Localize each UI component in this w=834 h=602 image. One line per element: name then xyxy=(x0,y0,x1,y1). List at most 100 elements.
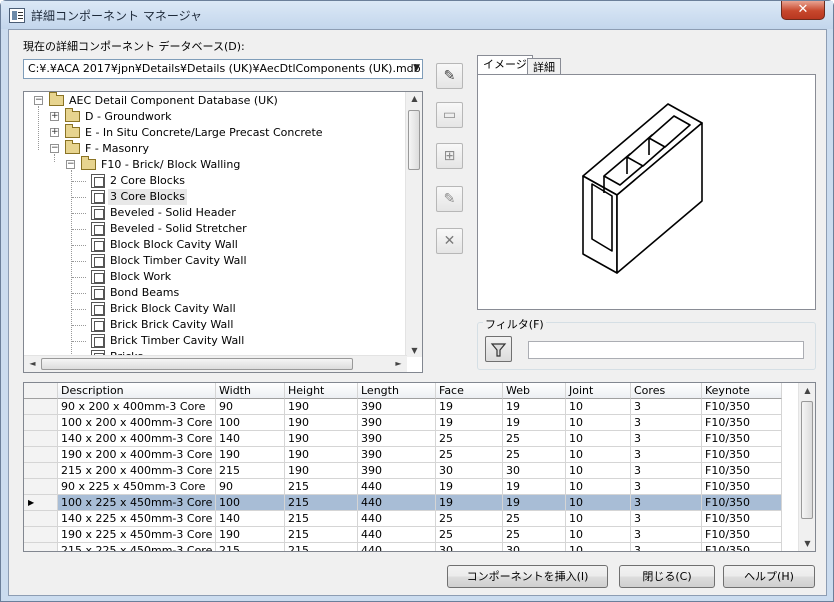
tree-leaf[interactable]: 2 Core Blocks xyxy=(72,173,306,189)
tree-guide xyxy=(38,106,39,150)
row-header[interactable] xyxy=(24,527,58,543)
column-header[interactable]: Keynote xyxy=(702,383,782,399)
expand-icon[interactable]: + xyxy=(50,128,59,137)
table-cell: 10 xyxy=(566,527,631,543)
collapse-icon[interactable]: − xyxy=(34,96,43,105)
tree-leaf[interactable]: 3 Core Blocks xyxy=(72,189,306,205)
column-header[interactable]: Joint xyxy=(566,383,631,399)
column-header[interactable]: Web xyxy=(503,383,566,399)
component-icon xyxy=(91,238,105,252)
tree-leaf[interactable]: Brick Block Cavity Wall xyxy=(72,301,306,317)
tree-guide xyxy=(72,341,86,342)
row-header[interactable] xyxy=(24,431,58,447)
table-cell: 140 x 200 x 400mm-3 Core xyxy=(58,431,216,447)
row-header[interactable] xyxy=(24,479,58,495)
table-cell: 215 xyxy=(285,527,358,543)
scroll-thumb[interactable] xyxy=(801,401,813,519)
collapse-icon[interactable]: − xyxy=(66,160,75,169)
table-cell: 3 xyxy=(631,415,702,431)
row-header[interactable] xyxy=(24,383,58,399)
tree-guide xyxy=(72,277,86,278)
row-header[interactable] xyxy=(24,463,58,479)
tree-node-concrete[interactable]: + E - In Situ Concrete/Large Precast Con… xyxy=(48,124,408,141)
scroll-thumb[interactable] xyxy=(408,110,420,170)
edit-database-button[interactable]: ✎ xyxy=(436,63,463,89)
tree-vertical-scrollbar[interactable]: ▲ ▼ xyxy=(405,92,422,357)
scroll-down-icon[interactable]: ▼ xyxy=(406,346,422,355)
expand-icon[interactable]: + xyxy=(50,112,59,121)
filter-button[interactable] xyxy=(485,336,512,362)
new-group-button[interactable]: ▭ xyxy=(436,102,463,128)
new-component-button[interactable]: ⊞ xyxy=(436,143,463,169)
filter-input[interactable] xyxy=(528,341,804,359)
tree-leaf[interactable]: Block Block Cavity Wall xyxy=(72,237,306,253)
tree-node-root[interactable]: − AEC Detail Component Database (UK) xyxy=(32,92,412,109)
scroll-down-icon[interactable]: ▼ xyxy=(799,539,815,548)
tree-horizontal-scrollbar[interactable]: ◄ ► xyxy=(24,355,407,372)
scroll-up-icon[interactable]: ▲ xyxy=(406,94,422,103)
close-window-button[interactable]: ✕ xyxy=(781,1,825,20)
tree-leaf[interactable]: Beveled - Solid Header xyxy=(72,205,306,221)
tree-leaf[interactable]: Brick Brick Cavity Wall xyxy=(72,317,306,333)
component-icon xyxy=(91,318,105,332)
tree-node-walling[interactable]: − F10 - Brick/ Block Walling xyxy=(64,156,404,173)
table-cell: 10 xyxy=(566,495,631,511)
table-cell: 30 xyxy=(436,463,503,479)
table-cell: 140 x 225 x 450mm-3 Core xyxy=(58,511,216,527)
database-path: C:¥.¥ACA 2017¥jpn¥Details¥Details (UK)¥A… xyxy=(28,62,421,75)
table-cell: 190 x 225 x 450mm-3 Core xyxy=(58,527,216,543)
tree-leaf[interactable]: Beveled - Solid Stretcher xyxy=(72,221,306,237)
database-combo[interactable]: C:¥.¥ACA 2017¥jpn¥Details¥Details (UK)¥A… xyxy=(23,59,423,79)
row-header[interactable] xyxy=(24,399,58,415)
component-tree[interactable]: − AEC Detail Component Database (UK) + D… xyxy=(23,91,423,373)
table-cell: F10/350 xyxy=(702,415,782,431)
close-button[interactable]: 閉じる(C) xyxy=(619,565,715,588)
column-header[interactable]: Length xyxy=(358,383,436,399)
column-header[interactable]: Description xyxy=(58,383,216,399)
tab-image[interactable]: イメージ xyxy=(477,55,533,76)
title-bar[interactable]: 詳細コンポーネント マネージャ ✕ xyxy=(1,1,833,29)
row-header[interactable] xyxy=(24,543,58,551)
help-button[interactable]: ヘルプ(H) xyxy=(723,565,815,588)
tree-leaf[interactable]: Bond Beams xyxy=(72,285,306,301)
column-header[interactable]: Face xyxy=(436,383,503,399)
row-header[interactable] xyxy=(24,447,58,463)
collapse-icon[interactable]: − xyxy=(50,144,59,153)
row-header[interactable] xyxy=(24,415,58,431)
row-header[interactable]: ▶ xyxy=(24,495,58,511)
tree-leaf-label: Beveled - Solid Stretcher xyxy=(110,222,247,235)
table-cell: 440 xyxy=(358,479,436,495)
row-header[interactable] xyxy=(24,511,58,527)
tree-guide xyxy=(72,245,86,246)
table-vertical-scrollbar[interactable]: ▲ ▼ xyxy=(798,383,815,551)
tree-node-groundwork[interactable]: + D - Groundwork xyxy=(48,108,408,125)
column-header[interactable]: Height xyxy=(285,383,358,399)
tree-leaf[interactable]: Brick Timber Cavity Wall xyxy=(72,333,306,349)
scroll-thumb[interactable] xyxy=(41,358,353,370)
chevron-down-icon[interactable]: ▼ xyxy=(413,63,420,73)
table-cell: 215 xyxy=(216,463,285,479)
tree-leaf[interactable]: Block Work xyxy=(72,269,306,285)
table-cell: 19 xyxy=(436,495,503,511)
component-icon xyxy=(91,286,105,300)
tree-node-label: E - In Situ Concrete/Large Precast Concr… xyxy=(85,126,323,139)
table-cell: 140 xyxy=(216,511,285,527)
tree-guide xyxy=(72,181,86,182)
tree-node-masonry[interactable]: − F - Masonry xyxy=(48,140,408,157)
edit-component-button[interactable]: ✎ xyxy=(436,186,463,212)
tree-leaf[interactable]: Block Timber Cavity Wall xyxy=(72,253,306,269)
scroll-left-icon[interactable]: ◄ xyxy=(24,359,41,368)
table-cell: F10/350 xyxy=(702,527,782,543)
table-cell: 10 xyxy=(566,479,631,495)
column-header[interactable]: Width xyxy=(216,383,285,399)
scroll-right-icon[interactable]: ► xyxy=(390,359,407,368)
delete-button[interactable]: ✕ xyxy=(436,228,463,254)
column-header[interactable]: Cores xyxy=(631,383,702,399)
insert-component-button[interactable]: コンポーネントを挿入(I) xyxy=(447,565,608,588)
table-cell: 25 xyxy=(503,431,566,447)
table-cell: 190 xyxy=(285,431,358,447)
table-cell: F10/350 xyxy=(702,431,782,447)
scroll-up-icon[interactable]: ▲ xyxy=(799,386,815,395)
component-table[interactable]: Description Width Height Length Face Web Joint… xyxy=(23,382,816,552)
table-cell: 19 xyxy=(503,479,566,495)
